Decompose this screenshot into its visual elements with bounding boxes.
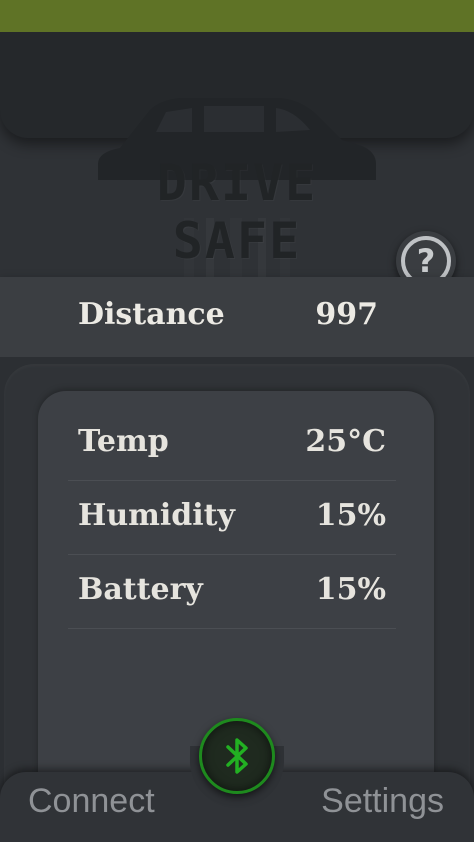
- sensor-value: 15%: [315, 572, 386, 607]
- distance-label: Distance: [78, 297, 225, 332]
- sensor-value: 15%: [315, 498, 386, 533]
- drive-safe-logo: DRIVE SAFE: [80, 68, 394, 277]
- sensor-row-battery: Battery 15%: [68, 554, 396, 629]
- sensor-row-humidity: Humidity 15%: [68, 480, 396, 555]
- bluetooth-button[interactable]: [199, 718, 275, 794]
- bluetooth-icon: [226, 738, 248, 774]
- help-icon: ?: [401, 236, 451, 277]
- status-bar: [0, 0, 474, 32]
- sensor-value: 25°C: [305, 424, 386, 459]
- app-header: DRIVE SAFE ?: [0, 32, 474, 277]
- logo-text: DRIVE SAFE: [156, 154, 318, 270]
- sensor-label: Battery: [78, 572, 203, 607]
- distance-row: Distance 997: [0, 277, 474, 357]
- settings-button[interactable]: Settings: [321, 782, 444, 821]
- connect-button[interactable]: Connect: [28, 782, 155, 821]
- sensor-row-temp: Temp 25°C: [68, 406, 396, 481]
- sensor-label: Humidity: [78, 498, 235, 533]
- sensor-label: Temp: [78, 424, 169, 459]
- help-button[interactable]: ?: [396, 231, 456, 277]
- distance-value: 997: [315, 297, 378, 332]
